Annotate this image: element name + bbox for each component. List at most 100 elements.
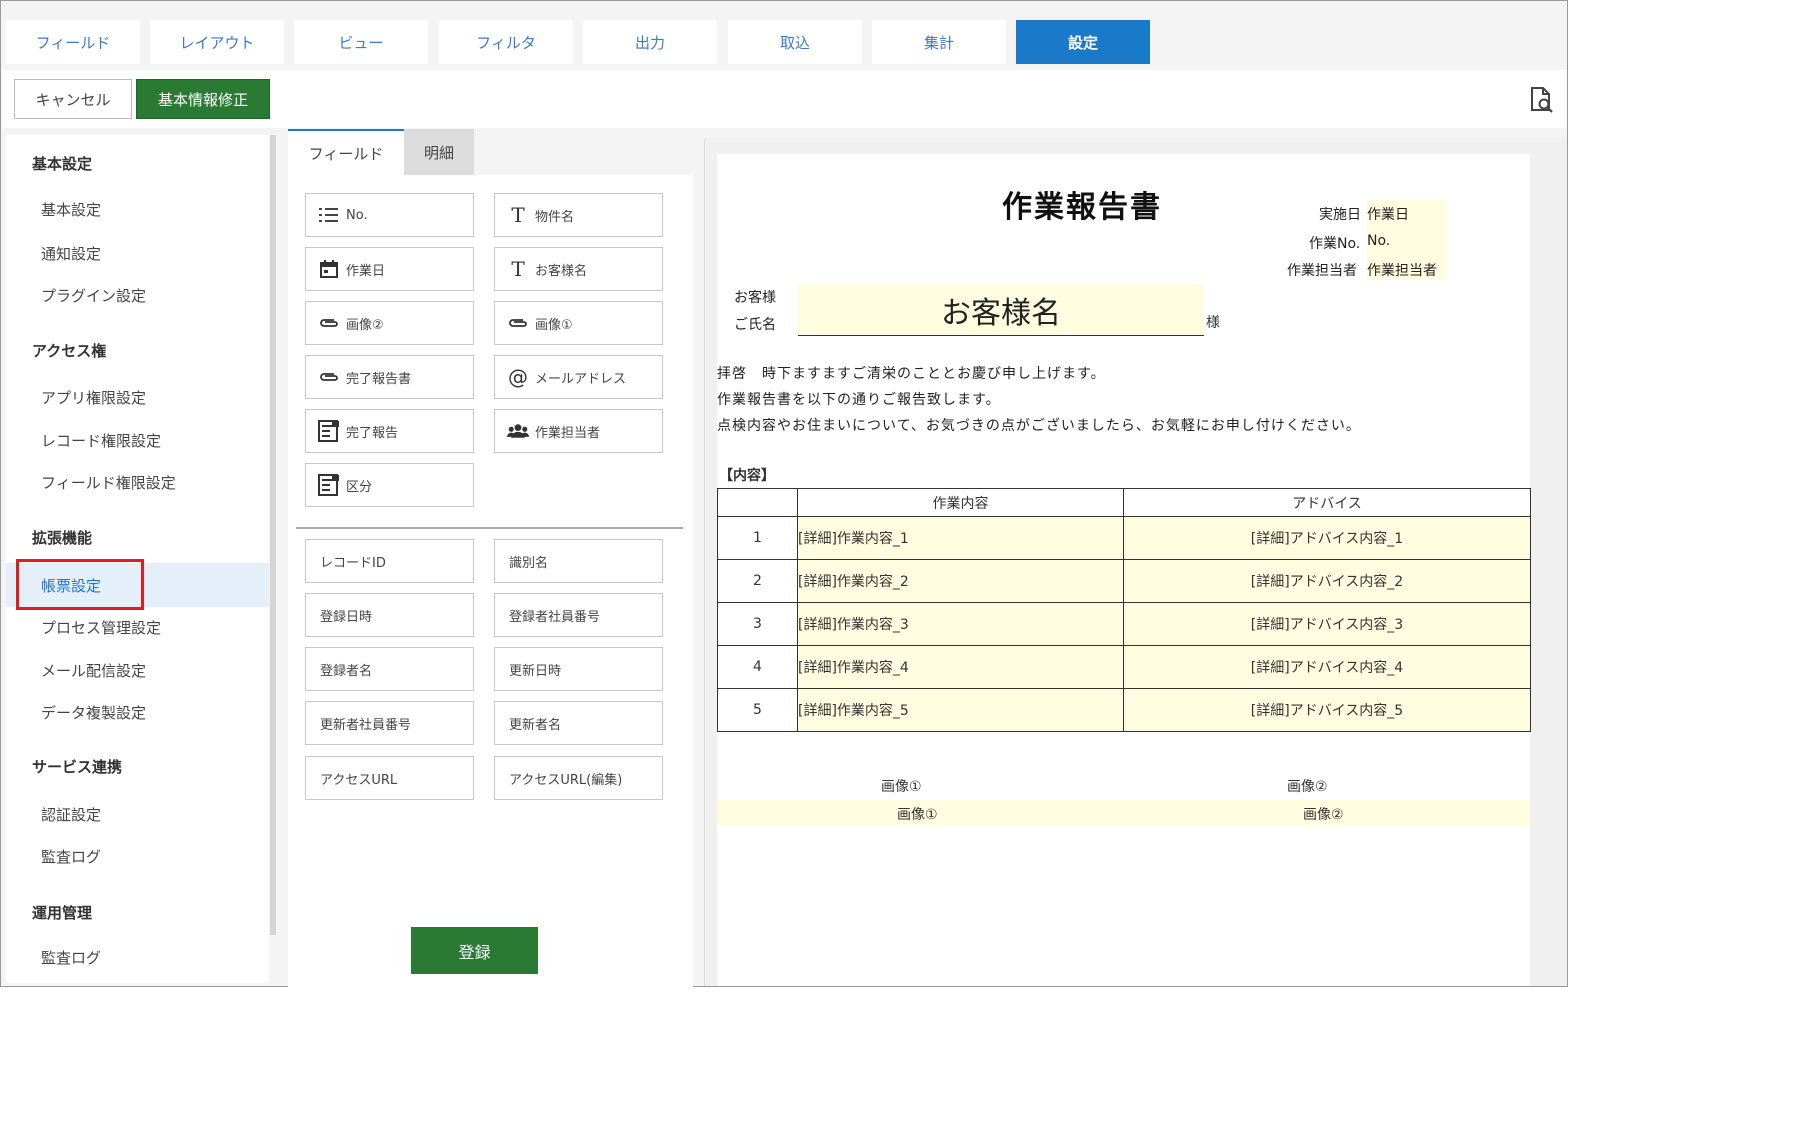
sidebar-item-basic-settings[interactable]: 基本設定 — [41, 199, 101, 220]
list-number-icon — [318, 204, 340, 226]
row-number: 1 — [717, 516, 798, 560]
field-label: 区分 — [346, 479, 373, 495]
table-row: 1 [詳細]作業内容_1 [詳細]アドバイス内容_1 — [717, 516, 1531, 560]
sidebar-heading-access: アクセス権 — [32, 342, 107, 360]
sidebar-item-mail[interactable]: メール配信設定 — [41, 660, 146, 681]
system-field-record-id[interactable]: レコードID — [305, 539, 474, 583]
document-search-icon[interactable] — [1529, 86, 1555, 114]
at-icon: @ — [508, 365, 528, 389]
field-email[interactable]: @ メールアドレス — [494, 355, 663, 399]
row-number: 4 — [717, 645, 798, 689]
system-field-access-url-edit[interactable]: アクセスURL(編集) — [494, 756, 663, 800]
dropdown-field-icon — [318, 474, 340, 496]
tab-aggregate[interactable]: 集計 — [872, 20, 1006, 64]
advice-cell[interactable]: [詳細]アドバイス内容_3 — [1123, 602, 1531, 646]
customer-name-field[interactable]: お客様名 — [798, 284, 1204, 336]
work-cell[interactable]: [詳細]作業内容_2 — [797, 559, 1124, 603]
sidebar-scrollbar[interactable] — [270, 135, 276, 935]
work-cell[interactable]: [詳細]作業内容_5 — [797, 688, 1124, 732]
advice-cell[interactable]: [詳細]アドバイス内容_1 — [1123, 516, 1531, 560]
sidebar-heading-service: サービス連携 — [32, 758, 123, 776]
users-icon — [507, 420, 529, 442]
system-field-access-url[interactable]: アクセスURL — [305, 756, 474, 800]
meta-no-value[interactable]: No. — [1367, 226, 1447, 252]
meta-date-value[interactable]: 作業日 — [1367, 200, 1447, 226]
system-field-created-at[interactable]: 登録日時 — [305, 593, 474, 637]
field-divider — [296, 527, 683, 529]
row-number: 3 — [717, 602, 798, 646]
system-field-updater-id[interactable]: 更新者社員番号 — [305, 701, 474, 745]
image-1-label: 画像① — [881, 779, 922, 795]
table-row: 2 [詳細]作業内容_2 [詳細]アドバイス内容_2 — [717, 559, 1531, 603]
field-category[interactable]: 区分 — [305, 463, 474, 507]
attachment-icon — [507, 312, 529, 334]
row-number: 2 — [717, 559, 798, 603]
sidebar-heading-extension: 拡張機能 — [32, 529, 93, 547]
system-field-creator-name[interactable]: 登録者名 — [305, 647, 474, 691]
sidebar-item-data-copy[interactable]: データ複製設定 — [41, 702, 146, 723]
field-customer-name[interactable]: T お客様名 — [494, 247, 663, 291]
image-1-field[interactable]: 画像① — [897, 804, 938, 824]
tab-settings[interactable]: 設定 — [1016, 20, 1150, 64]
tab-view[interactable]: ビュー — [294, 20, 428, 64]
meta-staff-value[interactable]: 作業担当者 — [1367, 252, 1447, 280]
image-2-label: 画像② — [1287, 779, 1328, 795]
attachment-icon — [318, 312, 340, 334]
meta-no-label: 作業No. — [1309, 236, 1361, 252]
tab-layout[interactable]: レイアウト — [150, 20, 284, 64]
sidebar-item-audit-log[interactable]: 監査ログ — [41, 846, 101, 867]
field-staff[interactable]: 作業担当者 — [494, 409, 663, 453]
table-row: 5 [詳細]作業内容_5 [詳細]アドバイス内容_5 — [717, 688, 1531, 732]
work-cell[interactable]: [詳細]作業内容_3 — [797, 602, 1124, 646]
report-document: 作業報告書 実施日 作業日 作業No. No. 作業担当者 作業担当者 お客様 … — [717, 154, 1531, 986]
field-work-date[interactable]: 作業日 — [305, 247, 474, 291]
field-image-1[interactable]: 画像① — [494, 301, 663, 345]
system-field-identifier[interactable]: 識別名 — [494, 539, 663, 583]
sidebar-item-process[interactable]: プロセス管理設定 — [41, 617, 161, 638]
field-label: 作業日 — [346, 263, 386, 279]
system-field-updated-at[interactable]: 更新日時 — [494, 647, 663, 691]
register-button[interactable]: 登録 — [411, 927, 538, 974]
edit-basic-info-button[interactable]: 基本情報修正 — [136, 79, 270, 119]
field-completion-report-file[interactable]: 完了報告書 — [305, 355, 474, 399]
work-detail-table: 作業内容 アドバイス 1 [詳細]作業内容_1 [詳細]アドバイス内容_1 2 … — [717, 488, 1531, 732]
honorific-sama: 様 — [1206, 315, 1220, 331]
field-no[interactable]: No. — [305, 193, 474, 237]
toolbar: キャンセル 基本情報修正 — [2, 70, 1567, 128]
field-image-2[interactable]: 画像② — [305, 301, 474, 345]
field-property-name[interactable]: T 物件名 — [494, 193, 663, 237]
app-frame: フィールド レイアウト ビュー フィルタ 出力 取込 集計 設定 キャンセル 基… — [0, 0, 1568, 987]
greeting-line-2: 作業報告書を以下の通りご報告致します。 — [717, 392, 1001, 408]
advice-cell[interactable]: [詳細]アドバイス内容_2 — [1123, 559, 1531, 603]
tab-filter[interactable]: フィルタ — [439, 20, 573, 64]
meta-date-label: 実施日 — [1319, 207, 1361, 223]
field-completion-report[interactable]: 完了報告 — [305, 409, 474, 453]
sidebar-item-app-permission[interactable]: アプリ権限設定 — [41, 387, 146, 408]
tab-import[interactable]: 取込 — [728, 20, 862, 64]
tab-field[interactable]: フィールド — [6, 20, 140, 64]
tab-fields[interactable]: フィールド — [288, 129, 404, 175]
advice-cell[interactable]: [詳細]アドバイス内容_5 — [1123, 688, 1531, 732]
table-header-index — [717, 488, 798, 517]
sidebar-item-auth[interactable]: 認証設定 — [41, 804, 101, 825]
system-field-updater-name[interactable]: 更新者名 — [494, 701, 663, 745]
sidebar-item-notification[interactable]: 通知設定 — [41, 243, 101, 264]
tab-detail[interactable]: 明細 — [404, 129, 474, 175]
table-row: 4 [詳細]作業内容_4 [詳細]アドバイス内容_4 — [717, 645, 1531, 689]
sidebar-item-field-permission[interactable]: フィールド権限設定 — [41, 472, 176, 493]
field-label: 画像① — [535, 317, 573, 333]
work-cell[interactable]: [詳細]作業内容_1 — [797, 516, 1124, 560]
cancel-button[interactable]: キャンセル — [14, 79, 132, 119]
work-cell[interactable]: [詳細]作業内容_4 — [797, 645, 1124, 689]
sidebar-item-audit-log-2[interactable]: 監査ログ — [41, 947, 101, 968]
table-row: 3 [詳細]作業内容_3 [詳細]アドバイス内容_3 — [717, 602, 1531, 646]
field-label: 完了報告 — [346, 425, 399, 441]
field-palette: No. T 物件名 作業日 T お客様名 画像② 画像① 完了報告書 @ メール… — [288, 175, 693, 987]
table-header-work: 作業内容 — [797, 488, 1124, 517]
tab-output[interactable]: 出力 — [583, 20, 717, 64]
image-2-field[interactable]: 画像② — [1303, 804, 1344, 824]
sidebar-item-plugin[interactable]: プラグイン設定 — [41, 285, 146, 306]
advice-cell[interactable]: [詳細]アドバイス内容_4 — [1123, 645, 1531, 689]
sidebar-item-record-permission[interactable]: レコード権限設定 — [41, 430, 161, 451]
system-field-creator-id[interactable]: 登録者社員番号 — [494, 593, 663, 637]
